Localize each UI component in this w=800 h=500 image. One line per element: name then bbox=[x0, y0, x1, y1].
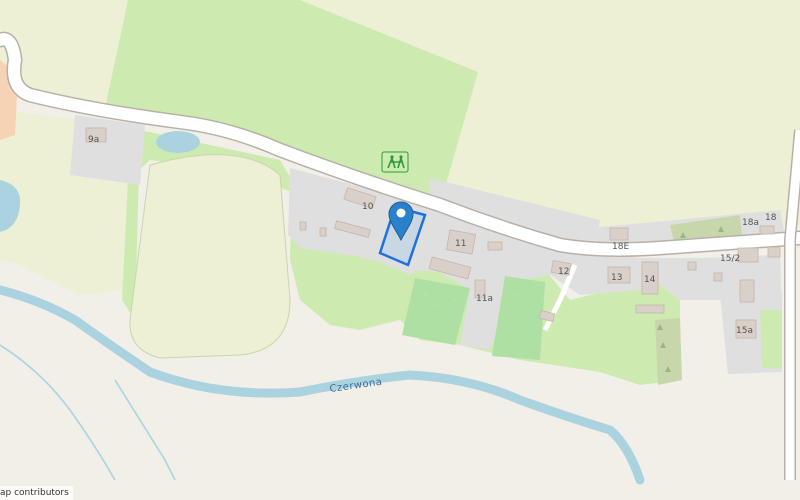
house-number-9a: 9a bbox=[88, 135, 99, 145]
playground-icon[interactable] bbox=[381, 151, 409, 173]
house-number-18a: 18a bbox=[742, 218, 759, 228]
map-attribution: ap contributors bbox=[0, 486, 73, 500]
house-number-14: 14 bbox=[644, 275, 656, 285]
house-number-13: 13 bbox=[611, 273, 622, 283]
house-number-10: 10 bbox=[362, 202, 374, 212]
house-number-15a: 15a bbox=[736, 326, 753, 336]
field-pale bbox=[129, 154, 291, 359]
house-number-18E: 18E bbox=[612, 242, 629, 252]
residential-9a bbox=[70, 115, 145, 185]
house-number-11: 11 bbox=[455, 239, 466, 249]
map-tiles: 9a 10 11 11a 12 13 14 15/2 15a 18 18a 18… bbox=[0, 0, 800, 500]
grass-east bbox=[760, 310, 782, 368]
house-number-12: 12 bbox=[558, 267, 569, 277]
house-number-15-2: 15/2 bbox=[720, 254, 740, 264]
house-number-18: 18 bbox=[765, 213, 777, 223]
map-canvas[interactable]: 9a 10 11 11a 12 13 14 15/2 15a 18 18a 18… bbox=[0, 0, 800, 500]
pond-north bbox=[156, 131, 200, 153]
house-number-11a: 11a bbox=[476, 294, 493, 304]
